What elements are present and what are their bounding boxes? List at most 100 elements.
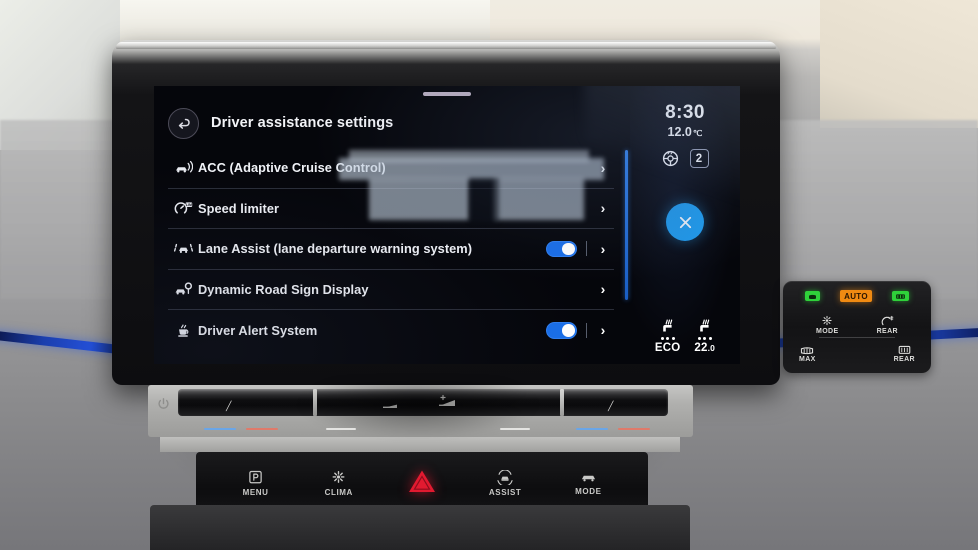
accent-cool-left: [204, 427, 236, 430]
passenger-seat-heater[interactable]: 22.0: [694, 316, 715, 354]
chevron-right-icon[interactable]: ›: [596, 241, 610, 257]
rear-defrost-button[interactable]: REAR: [894, 345, 915, 363]
back-arrow-icon: [178, 118, 190, 129]
close-x-icon: [679, 216, 691, 228]
control-divider: [586, 322, 587, 338]
back-button[interactable]: [168, 107, 199, 139]
rail-badges: 2: [662, 149, 709, 168]
coffee-cup-icon: [168, 322, 198, 338]
list-item-controls: ›: [596, 160, 614, 176]
hvac-button-label: MODE: [815, 328, 839, 335]
hvac-mid-buttons: MODE REAR: [783, 315, 931, 335]
park-assist-icon: [497, 469, 513, 485]
infotainment-unit: Driver assistance settings ACC (Adaptive…: [112, 40, 780, 385]
control-divider: [586, 241, 587, 257]
hard-key-label: MODE: [575, 486, 602, 496]
rear-defrost-indicator[interactable]: [891, 291, 909, 301]
heated-seat-icon: [662, 319, 672, 332]
list-scrollbar[interactable]: [625, 150, 628, 300]
hand-shadow: [298, 381, 538, 439]
chevron-right-icon[interactable]: ›: [596, 200, 610, 216]
list-item-label: Speed limiter: [198, 200, 280, 216]
driver-alert-toggle[interactable]: [546, 322, 577, 339]
list-item-controls: ›: [596, 281, 614, 297]
front-defrost-indicator[interactable]: [805, 291, 821, 301]
touch-slider-strip[interactable]: ╱ ╱: [148, 381, 693, 439]
hazard-button[interactable]: [390, 468, 454, 498]
heated-seat-icon: [699, 319, 709, 332]
seat-level-dots: [660, 337, 675, 340]
rear-defrost-icon: [898, 345, 911, 354]
temp-dec: .0: [707, 343, 716, 353]
toggle-knob: [562, 324, 575, 337]
hvac-button-label: REAR: [893, 356, 915, 363]
list-item-label: Lane Assist (lane departure warning syst…: [198, 241, 473, 257]
svg-text:LIM: LIM: [185, 203, 191, 207]
heated-steering-wheel-icon[interactable]: [662, 150, 679, 167]
eco-label: ECO: [654, 342, 681, 354]
fan-icon: [332, 470, 345, 483]
screen-drag-handle[interactable]: [423, 92, 471, 96]
assist-button[interactable]: ASSIST: [473, 469, 537, 497]
menu-button[interactable]: MENU: [224, 470, 288, 497]
mode-button[interactable]: MODE: [556, 471, 620, 496]
list-item-label: Dynamic Road Sign Display: [198, 281, 369, 297]
clock: 8:30: [665, 102, 705, 123]
hazard-triangle-icon: [408, 470, 435, 492]
temperature-value: 12.0: [667, 125, 692, 139]
slider-notch-right: [560, 389, 564, 416]
chevron-right-icon[interactable]: ›: [596, 281, 610, 297]
bezel-chrome-trim: [116, 42, 776, 49]
chevron-right-icon[interactable]: ›: [596, 160, 610, 176]
screen-header: Driver assistance settings: [154, 102, 584, 144]
list-item-label: ACC (Adaptive Cruise Control): [198, 160, 386, 176]
lane-assist-toggle[interactable]: [546, 240, 577, 257]
seat-level-dots: [697, 337, 712, 340]
temp-int: 22: [694, 342, 708, 354]
list-item-speed-limiter[interactable]: LIM Speed limiter ›: [168, 189, 614, 229]
list-item-road-sign-display[interactable]: Dynamic Road Sign Display ›: [168, 270, 614, 310]
temperature-unit: ℃: [692, 128, 703, 138]
list-item-driver-alert-system[interactable]: Driver Alert System ›: [168, 310, 614, 351]
hvac-button-label: MAX: [799, 356, 816, 363]
mode-button[interactable]: MODE: [816, 315, 839, 335]
adaptive-cruise-control-icon: [168, 160, 198, 175]
lane-assist-icon: [168, 241, 198, 256]
list-item-controls: ›: [596, 200, 614, 216]
driver-seat-heater[interactable]: ECO: [655, 316, 681, 354]
accent-volume-right: [500, 427, 530, 430]
parking-p-icon: [249, 470, 262, 483]
seat-climate-controls: ECO 22.0: [630, 316, 740, 354]
temperature-slider-right[interactable]: ╱: [608, 401, 613, 412]
list-item-label: Driver Alert System: [198, 322, 318, 338]
power-icon[interactable]: [157, 397, 170, 415]
hard-key-label: CLIMA: [324, 487, 353, 497]
accent-warm-right: [618, 427, 650, 430]
drive-mode-icon: [581, 475, 595, 481]
max-defrost-button[interactable]: MAX: [799, 345, 816, 363]
right-window: [820, 0, 978, 128]
accent-cool-right: [576, 427, 608, 430]
chevron-right-icon[interactable]: ›: [596, 322, 610, 338]
infotainment-screen[interactable]: Driver assistance settings ACC (Adaptive…: [154, 86, 740, 364]
speed-limiter-icon: LIM: [168, 201, 198, 216]
list-item-controls: ›: [546, 322, 614, 339]
rear-wiper-icon: [881, 315, 894, 326]
status-rail: 8:30 12.0 ℃ 2 ECO 22.0: [630, 86, 740, 364]
clima-button[interactable]: CLIMA: [307, 470, 371, 497]
cabin-temperature-label: 22.0: [694, 342, 715, 354]
hvac-indicators: AUTO: [783, 290, 931, 302]
fan-level-badge[interactable]: 2: [689, 149, 709, 168]
rear-wiper-button[interactable]: REAR: [877, 315, 898, 335]
hvac-bottom-buttons: MAX REAR: [783, 345, 931, 363]
hard-key-label: ASSIST: [488, 487, 522, 497]
temperature-slider-left[interactable]: ╱: [226, 401, 231, 412]
list-item-controls: ›: [546, 240, 614, 257]
settings-list: ACC (Adaptive Cruise Control) › LIM Spee…: [168, 148, 614, 351]
auto-indicator[interactable]: AUTO: [840, 290, 872, 302]
windshield-area: [120, 0, 490, 42]
list-item-acc[interactable]: ACC (Adaptive Cruise Control) ›: [168, 148, 614, 189]
list-item-lane-assist[interactable]: Lane Assist (lane departure warning syst…: [168, 229, 614, 270]
close-button[interactable]: [666, 203, 704, 241]
road-sign-display-icon: [168, 282, 198, 297]
